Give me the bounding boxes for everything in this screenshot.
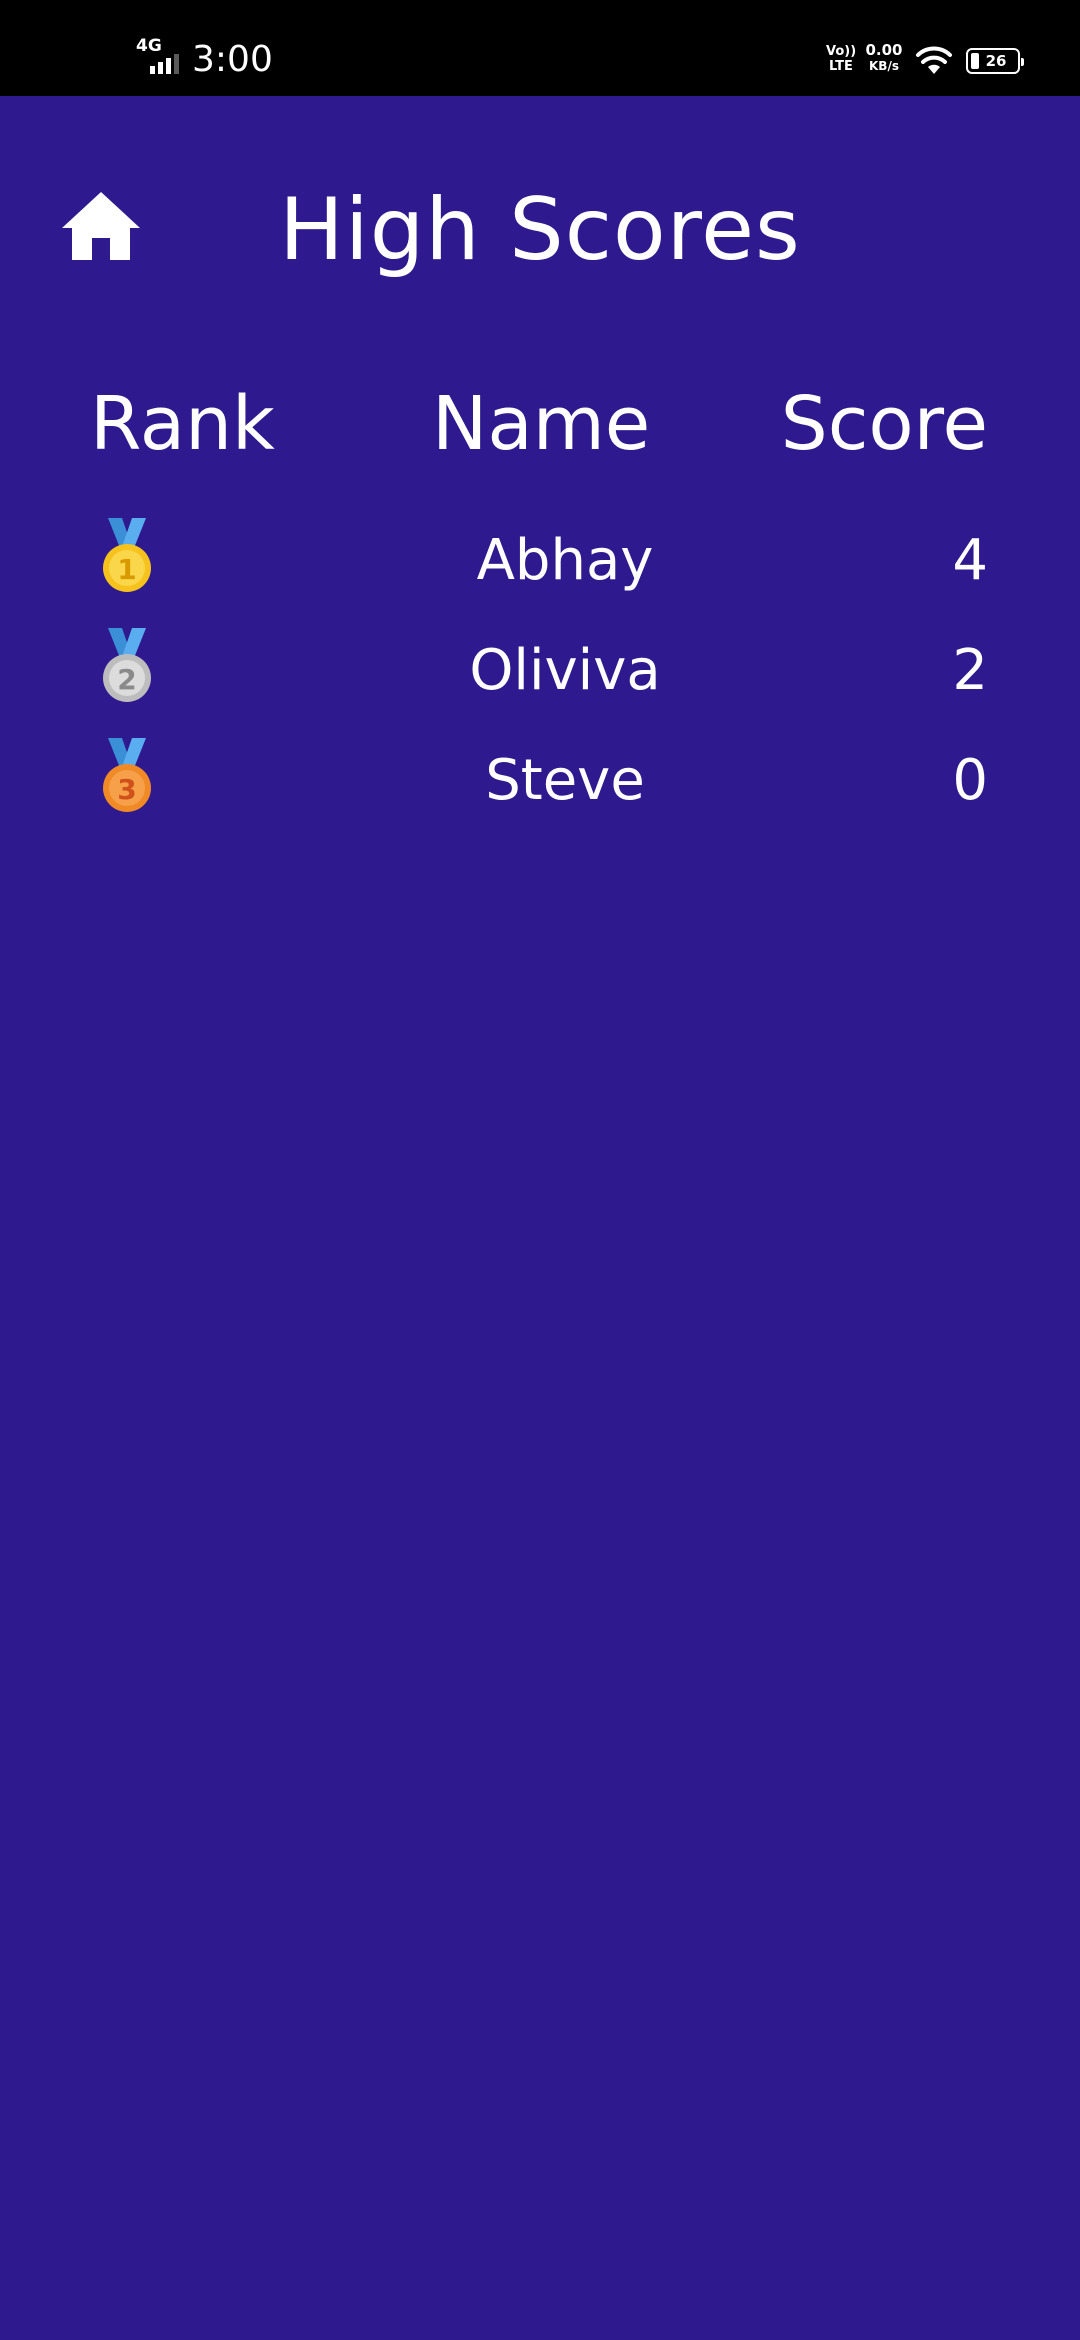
home-icon bbox=[62, 192, 140, 260]
column-header-rank: Rank bbox=[90, 381, 275, 467]
volte-label: Vo)) bbox=[826, 44, 857, 59]
player-name: Steve bbox=[485, 748, 645, 813]
column-header-score: Score bbox=[780, 381, 988, 467]
signal-icon bbox=[150, 54, 179, 74]
battery-percent: 26 bbox=[985, 52, 1007, 70]
wifi-icon bbox=[916, 46, 952, 74]
gold-medal-icon: 1 bbox=[103, 518, 151, 592]
speed-unit: KB/s bbox=[869, 59, 899, 73]
table-row: 3 Steve 0 bbox=[0, 730, 1080, 830]
status-bar: 4G 3:00 Vo)) LTE 0.00 KB/s 26 bbox=[0, 0, 1080, 96]
battery-icon: 26 bbox=[966, 48, 1024, 74]
player-name: Abhay bbox=[476, 528, 654, 593]
svg-text:2: 2 bbox=[117, 663, 136, 696]
column-header-name: Name bbox=[432, 381, 651, 467]
page-title: High Scores bbox=[279, 180, 801, 280]
svg-text:3: 3 bbox=[117, 773, 136, 806]
lte-label: LTE bbox=[829, 59, 853, 74]
network-speed: 0.00 KB/s bbox=[864, 42, 904, 82]
player-name: Oliviva bbox=[469, 638, 661, 703]
table-row: 2 Oliviva 2 bbox=[0, 620, 1080, 720]
volte-indicator: Vo)) LTE bbox=[826, 44, 856, 84]
player-score: 2 bbox=[952, 638, 988, 703]
network-indicator: 4G bbox=[136, 38, 184, 76]
player-score: 4 bbox=[952, 528, 988, 593]
svg-text:1: 1 bbox=[117, 553, 136, 586]
table-row: 1 Abhay 4 bbox=[0, 510, 1080, 610]
home-button[interactable] bbox=[60, 190, 142, 262]
player-score: 0 bbox=[952, 748, 988, 813]
silver-medal-icon: 2 bbox=[103, 628, 151, 702]
speed-value: 0.00 bbox=[865, 41, 903, 59]
clock: 3:00 bbox=[192, 39, 273, 80]
bronze-medal-icon: 3 bbox=[103, 738, 151, 812]
